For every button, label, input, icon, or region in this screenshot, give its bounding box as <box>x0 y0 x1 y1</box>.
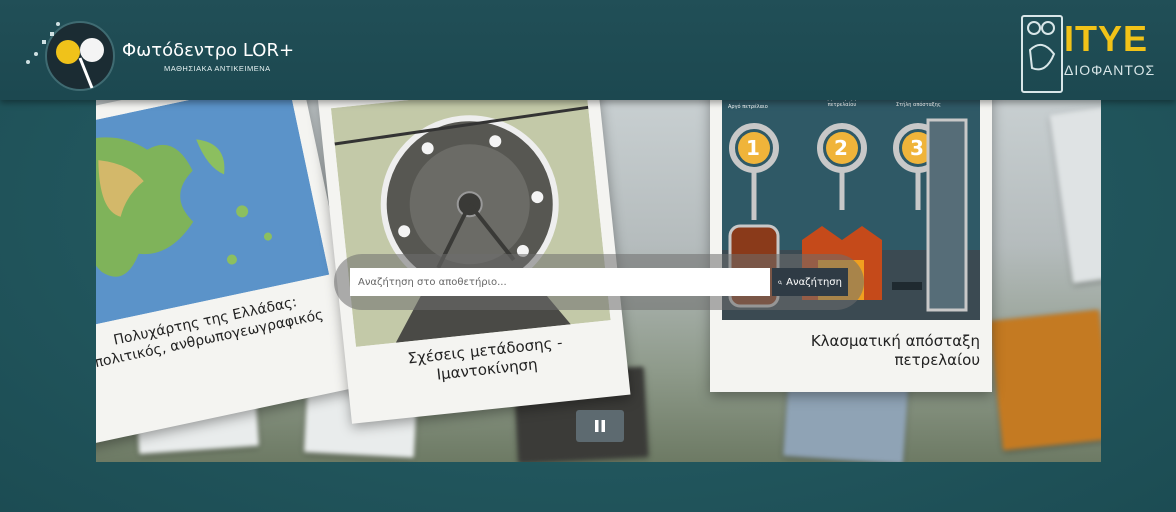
stage-number: 1 <box>746 136 760 160</box>
stage-label: Αργό πετρέλαιο <box>728 104 768 110</box>
site-subtitle: ΜΑΘΗΣΙΑΚΑ ΑΝΤΙΚΕΙΜΕΝΑ <box>164 64 271 73</box>
card-fractional-distillation[interactable]: Αργό πετρέλαιο Θέρμανση αργού πετρελαίου… <box>710 100 992 392</box>
stage-number: 2 <box>834 136 848 160</box>
search-input[interactable] <box>350 268 770 296</box>
background-card <box>989 309 1101 451</box>
partner-name: ITYE <box>1064 18 1149 59</box>
background-card <box>1049 106 1101 284</box>
carousel-pause-button[interactable] <box>576 410 624 442</box>
stage-number: 3 <box>910 136 924 160</box>
site-header: Φωτόδεντρο LOR+ ΜΑΘΗΣΙΑΚΑ ΑΝΤΙΚΕΙΜΕΝΑ IT… <box>0 0 1176 100</box>
pause-icon <box>595 420 605 432</box>
stage-label: Θέρμανση αργού πετρελαίου <box>821 100 863 108</box>
photodentro-logo-icon[interactable] <box>18 14 118 96</box>
stage-label: Στήλη απόσταξης <box>896 102 941 108</box>
site-title[interactable]: Φωτόδεντρο LOR+ <box>122 40 294 61</box>
search-button-label: Αναζήτηση <box>786 276 842 288</box>
search-button[interactable]: Αναζήτηση <box>772 268 848 296</box>
partner-subtitle: ΔΙΟΦΑΝΤΟΣ <box>1064 62 1156 78</box>
card-title-line: Κλασματική απόσταξη <box>810 332 980 350</box>
card-title-line: πετρελαίου <box>894 350 981 369</box>
card-fractional-distillation-title: Κλασματική απόσταξη πετρελαίου <box>740 332 980 370</box>
search-icon <box>778 280 783 284</box>
